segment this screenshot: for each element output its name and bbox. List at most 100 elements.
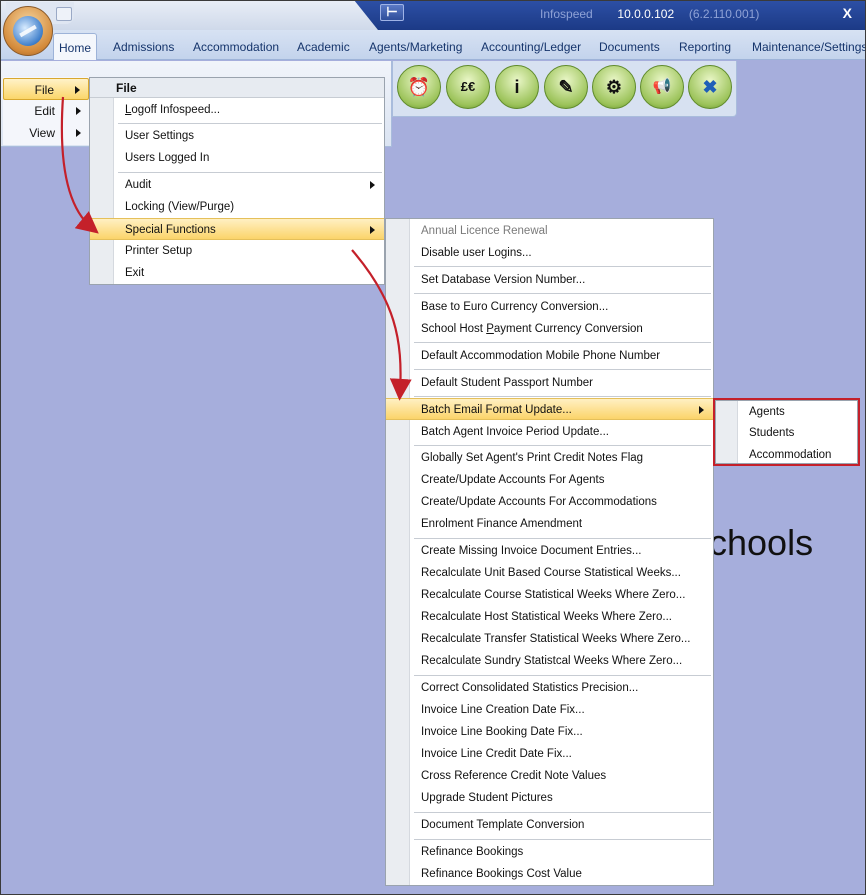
menu-item-recalc-course[interactable]: Recalculate Course Statistical Weeks Whe… — [386, 584, 713, 606]
menu-separator — [414, 293, 711, 294]
menu-item-locking[interactable]: Locking (View/Purge) — [90, 196, 384, 218]
menu-edit[interactable]: Edit — [3, 100, 89, 122]
window-title: Infospeed 10.0.0.102 (6.2.110.001) — [540, 7, 759, 21]
info-icon[interactable]: i — [495, 65, 539, 109]
menu-separator — [414, 445, 711, 446]
menu-item-consolidated-precision[interactable]: Correct Consolidated Statistics Precisio… — [386, 677, 713, 699]
currency-icon[interactable]: £€ — [446, 65, 490, 109]
menu-item-printer-setup[interactable]: Printer Setup — [90, 240, 384, 262]
menu-item-default-passport[interactable]: Default Student Passport Number — [386, 372, 713, 394]
tab-agents-marketing[interactable]: Agents/Marketing — [369, 40, 462, 54]
globe-logo-icon — [13, 16, 43, 46]
menu-item-recalc-host[interactable]: Recalculate Host Statistical Weeks Where… — [386, 606, 713, 628]
menu-item-audit[interactable]: Audit — [90, 174, 384, 196]
menu-item-annual-licence: Annual Licence Renewal — [421, 225, 548, 237]
menu-item-refinance-bookings[interactable]: Refinance Bookings — [386, 841, 713, 863]
app-name: Infospeed — [540, 7, 593, 21]
edit-document-icon[interactable]: ✎ — [544, 65, 588, 109]
menu-item-create-accounts-agents[interactable]: Create/Update Accounts For Agents — [386, 469, 713, 491]
menu-item-line-creation-fix[interactable]: Invoice Line Creation Date Fix... — [386, 699, 713, 721]
menu-item-refinance-cost[interactable]: Refinance Bookings Cost Value — [386, 863, 713, 885]
mnemonic-letter: P — [486, 323, 494, 335]
tab-documents[interactable]: Documents — [599, 40, 660, 54]
menu-file-label: File — [34, 83, 54, 97]
version-trailing: (6.2.110.001) — [688, 7, 760, 21]
menu-item-label: Batch Email Format Update... — [421, 404, 572, 416]
menu-item-exit[interactable]: Exit — [90, 262, 384, 284]
pin-button[interactable]: ⊢ — [380, 4, 404, 21]
file-menu: File Logoff Infospeed... User Settings U… — [89, 77, 385, 285]
menu-item-recalc-unit[interactable]: Recalculate Unit Based Course Statistica… — [386, 562, 713, 584]
menu-item-logoff[interactable]: Logoff Infospeed... — [90, 99, 384, 121]
ribbon-tabs: Home Admissions Accommodation Academic A… — [0, 30, 866, 60]
annotation-highlight-box — [713, 398, 860, 466]
menu-view[interactable]: View — [3, 122, 89, 144]
menu-separator — [414, 675, 711, 676]
menu-item-school-host-payment[interactable]: School Host Payment Currency Conversion — [386, 318, 713, 340]
menu-separator — [118, 172, 382, 173]
tab-maintenance-settings[interactable]: Maintenance/Settings — [752, 40, 866, 54]
menu-view-label: View — [29, 126, 55, 140]
chevron-right-icon — [76, 107, 81, 115]
menu-separator — [414, 538, 711, 539]
chevron-right-icon — [75, 86, 80, 94]
cancel-x-icon[interactable]: ✖ — [688, 65, 732, 109]
menu-item-recalc-transfer[interactable]: Recalculate Transfer Statistical Weeks W… — [386, 628, 713, 650]
chevron-right-icon — [699, 406, 704, 414]
menu-item-user-settings[interactable]: User Settings — [90, 125, 384, 147]
settings-cogs-icon[interactable]: ⚙ — [592, 65, 636, 109]
menu-item-cross-ref-credit[interactable]: Cross Reference Credit Note Values — [386, 765, 713, 787]
menu-item-global-credit-notes[interactable]: Globally Set Agent's Print Credit Notes … — [386, 447, 713, 469]
menu-item-default-accom-phone[interactable]: Default Accommodation Mobile Phone Numbe… — [386, 345, 713, 367]
menu-item-batch-email[interactable]: Batch Email Format Update... — [386, 398, 713, 420]
menu-item-set-db-version[interactable]: Set Database Version Number... — [386, 269, 713, 291]
menu-item-special-functions[interactable]: Special Functions — [90, 218, 384, 240]
menu-separator — [414, 396, 711, 397]
tab-admissions[interactable]: Admissions — [113, 40, 174, 54]
menu-item-base-to-euro[interactable]: Base to Euro Currency Conversion... — [386, 296, 713, 318]
tab-academic[interactable]: Academic — [297, 40, 350, 54]
menu-file[interactable]: File — [3, 78, 89, 100]
menu-separator — [118, 123, 382, 124]
menu-item-label: Special Functions — [125, 224, 216, 236]
menu-item-label: School Host — [421, 323, 487, 335]
menu-separator — [414, 266, 711, 267]
menu-item-upgrade-pictures[interactable]: Upgrade Student Pictures — [386, 787, 713, 809]
special-functions-menu: Annual Licence Renewal Disable user Logi… — [385, 218, 714, 886]
menu-item-users-logged-in[interactable]: Users Logged In — [90, 147, 384, 169]
tab-reporting[interactable]: Reporting — [679, 40, 731, 54]
version-number: 10.0.0.102 — [617, 7, 675, 21]
application-orb-button[interactable] — [3, 6, 53, 56]
menu-edit-label: Edit — [34, 104, 55, 118]
menu-separator — [414, 812, 711, 813]
application-menu: File Edit View — [3, 77, 89, 145]
menu-separator — [414, 839, 711, 840]
chevron-right-icon — [370, 226, 375, 234]
menu-item-label: ayment Currency Conversion — [493, 323, 643, 335]
tab-accommodation[interactable]: Accommodation — [193, 40, 279, 54]
menu-item-label: Audit — [125, 179, 152, 191]
menu-item-create-accounts-accom[interactable]: Create/Update Accounts For Accommodation… — [386, 491, 713, 513]
quick-access-button[interactable] — [56, 7, 72, 21]
menu-item-disable-logins[interactable]: Disable user Logins... — [386, 242, 713, 264]
tab-home[interactable]: Home — [53, 33, 97, 60]
tab-accounting-ledger[interactable]: Accounting/Ledger — [481, 40, 581, 54]
menu-separator — [414, 369, 711, 370]
background-page-text: chools — [709, 522, 814, 563]
file-menu-header: File — [90, 78, 384, 98]
menu-item-line-credit-fix[interactable]: Invoice Line Credit Date Fix... — [386, 743, 713, 765]
menu-item-recalc-sundry[interactable]: Recalculate Sundry Statistcal Weeks Wher… — [386, 650, 713, 672]
menu-item-label: ogoff Infospeed... — [131, 104, 221, 116]
menu-item-doc-template-conv[interactable]: Document Template Conversion — [386, 814, 713, 836]
chevron-right-icon — [76, 129, 81, 137]
alarm-clock-icon[interactable]: ⏰ — [397, 65, 441, 109]
title-bar: ⊢ Infospeed 10.0.0.102 (6.2.110.001) X — [0, 0, 866, 30]
menu-item-line-booking-fix[interactable]: Invoice Line Booking Date Fix... — [386, 721, 713, 743]
menu-separator — [414, 342, 711, 343]
megaphone-icon[interactable]: 📢 — [640, 65, 684, 109]
menu-item-enrolment-finance[interactable]: Enrolment Finance Amendment — [386, 513, 713, 535]
chevron-right-icon — [370, 181, 375, 189]
menu-item-batch-agent-invoice[interactable]: Batch Agent Invoice Period Update... — [386, 421, 713, 443]
close-icon[interactable]: X — [843, 5, 852, 21]
menu-item-missing-invoice-docs[interactable]: Create Missing Invoice Document Entries.… — [386, 540, 713, 562]
